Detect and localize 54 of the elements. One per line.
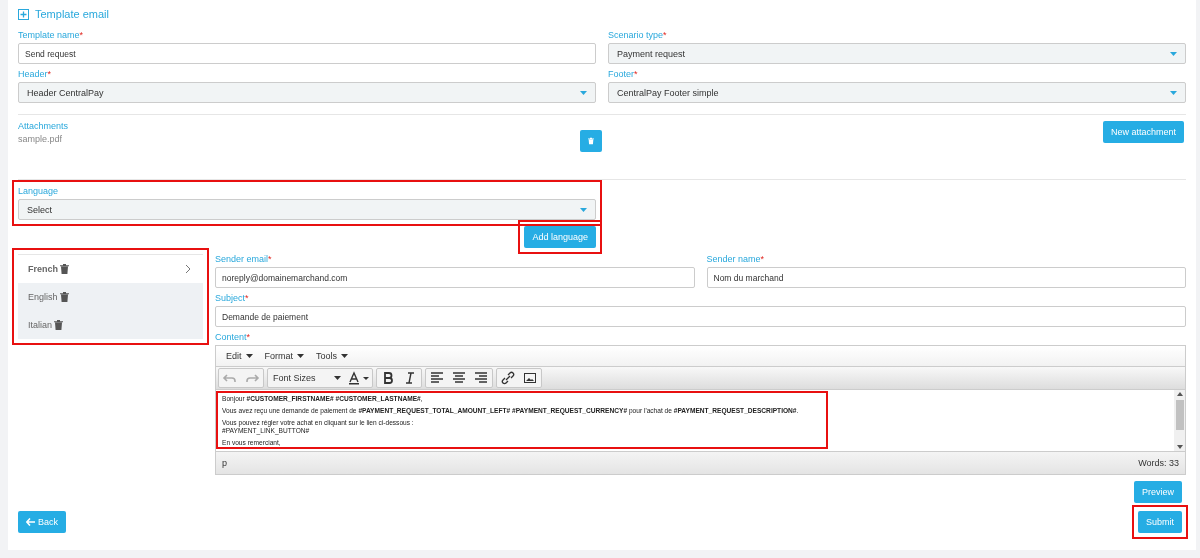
text-field[interactable]: Nom du marchand <box>706 267 1186 288</box>
dropdown[interactable]: Header CentralPay <box>18 82 596 103</box>
text-field[interactable]: Demande de paiement <box>215 306 1186 327</box>
required-mark: * <box>268 254 272 264</box>
field-label: Content <box>215 332 247 342</box>
menu-button[interactable]: Tools <box>310 351 355 361</box>
expand-icon[interactable] <box>18 8 29 20</box>
caret-icon <box>580 207 587 212</box>
field-label: Header <box>18 69 48 79</box>
scroll-up-icon[interactable] <box>1176 392 1183 396</box>
text-color-icon[interactable] <box>346 369 372 387</box>
language-name: French <box>28 264 58 274</box>
menu-button[interactable]: Format <box>258 351 311 361</box>
field-label: Language <box>18 186 60 196</box>
field-label: Template name <box>18 30 80 40</box>
section-title: Template email <box>35 8 109 20</box>
language-item[interactable]: Italian <box>18 311 203 339</box>
caret-icon <box>580 90 587 95</box>
required-mark: * <box>663 30 667 40</box>
caret-icon <box>297 354 305 358</box>
caret-icon <box>245 354 253 358</box>
required-mark: * <box>79 30 84 40</box>
language-item[interactable]: English <box>18 283 203 311</box>
file-name: sample.pdf <box>18 134 63 144</box>
required-mark: * <box>760 254 765 264</box>
field-label: Footer <box>608 69 634 79</box>
trash-icon[interactable] <box>59 292 69 302</box>
language-name: English <box>28 292 58 302</box>
field-label: Attachments <box>18 121 70 131</box>
text-field[interactable]: Send request <box>18 43 596 64</box>
arrow-left-icon <box>26 518 35 526</box>
caret-icon <box>334 376 341 380</box>
dropdown[interactable]: CentralPay Footer simple <box>608 82 1186 103</box>
trash-icon[interactable] <box>60 264 69 274</box>
dropdown[interactable]: Payment request <box>608 43 1186 64</box>
required-mark: * <box>246 332 251 342</box>
trash-icon[interactable] <box>54 320 64 330</box>
caret-icon <box>1170 90 1177 95</box>
language-name: Italian <box>28 320 53 330</box>
scroll-down-icon[interactable] <box>1176 445 1183 449</box>
menu-button[interactable]: Edit <box>220 351 259 361</box>
caret-icon <box>1170 51 1177 56</box>
required-mark: * <box>245 293 249 303</box>
delete-button[interactable] <box>580 130 602 152</box>
caret-icon <box>341 354 349 358</box>
text-field[interactable]: noreply@domainemarchand.com <box>215 267 695 288</box>
field-label: Sender name <box>706 254 761 264</box>
required-mark: * <box>634 69 638 79</box>
dropdown[interactable]: Select <box>18 199 596 220</box>
element-path: p <box>222 458 227 468</box>
scrollbar[interactable] <box>1174 390 1185 451</box>
required-mark: * <box>47 69 52 79</box>
chevron-right-icon <box>185 264 191 274</box>
word-count: Words: 33 <box>1138 458 1179 468</box>
